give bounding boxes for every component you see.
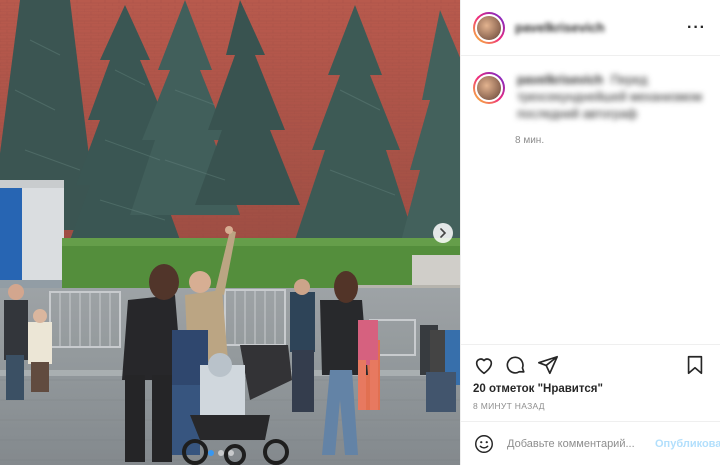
post-header: pavelkrisevich ··· [461,0,720,56]
caption: pavelkrisevich Перед трехсекунднейшей ме… [473,72,706,123]
chevron-right-icon [440,228,447,238]
carousel-dot [208,450,214,456]
carousel-indicator [208,450,234,456]
more-options-icon[interactable]: ··· [687,19,706,37]
heart-icon[interactable] [473,354,495,376]
bookmark-icon[interactable] [684,354,706,376]
caption-timestamp: 8 мин. [515,135,545,146]
comment-input[interactable] [505,436,651,451]
post-timestamp: 8 минут назад [473,401,545,411]
paper-plane-icon[interactable] [537,354,559,376]
avatar[interactable] [473,11,505,44]
red-square-photo [0,0,460,465]
publish-button[interactable]: Опубликовать [655,438,720,450]
comment-icon[interactable] [505,354,527,376]
post-actions: 20 отметок "Нравится" 8 минут назад [461,344,720,411]
post-username[interactable]: pavelkrisevich [515,20,687,35]
carousel-dot [218,450,224,456]
emoji-icon[interactable] [473,433,495,455]
post-side-panel: pavelkrisevich ··· pavelkrisevich Перед … [460,0,720,465]
caption-avatar[interactable] [473,72,505,104]
caption-text: pavelkrisevich Перед трехсекунднейшей ме… [517,72,706,123]
add-comment-bar: Опубликовать [461,421,720,465]
instagram-post: pavelkrisevich ··· pavelkrisevich Перед … [0,0,720,465]
carousel-dot [228,450,234,456]
caption-username[interactable]: pavelkrisevich [517,73,603,87]
likes-count[interactable]: 20 отметок "Нравится" [473,383,706,395]
post-photo[interactable] [0,0,460,465]
next-photo-button[interactable] [433,223,453,243]
action-icons [473,353,706,377]
comments-area: pavelkrisevich Перед трехсекунднейшей ме… [461,56,720,344]
